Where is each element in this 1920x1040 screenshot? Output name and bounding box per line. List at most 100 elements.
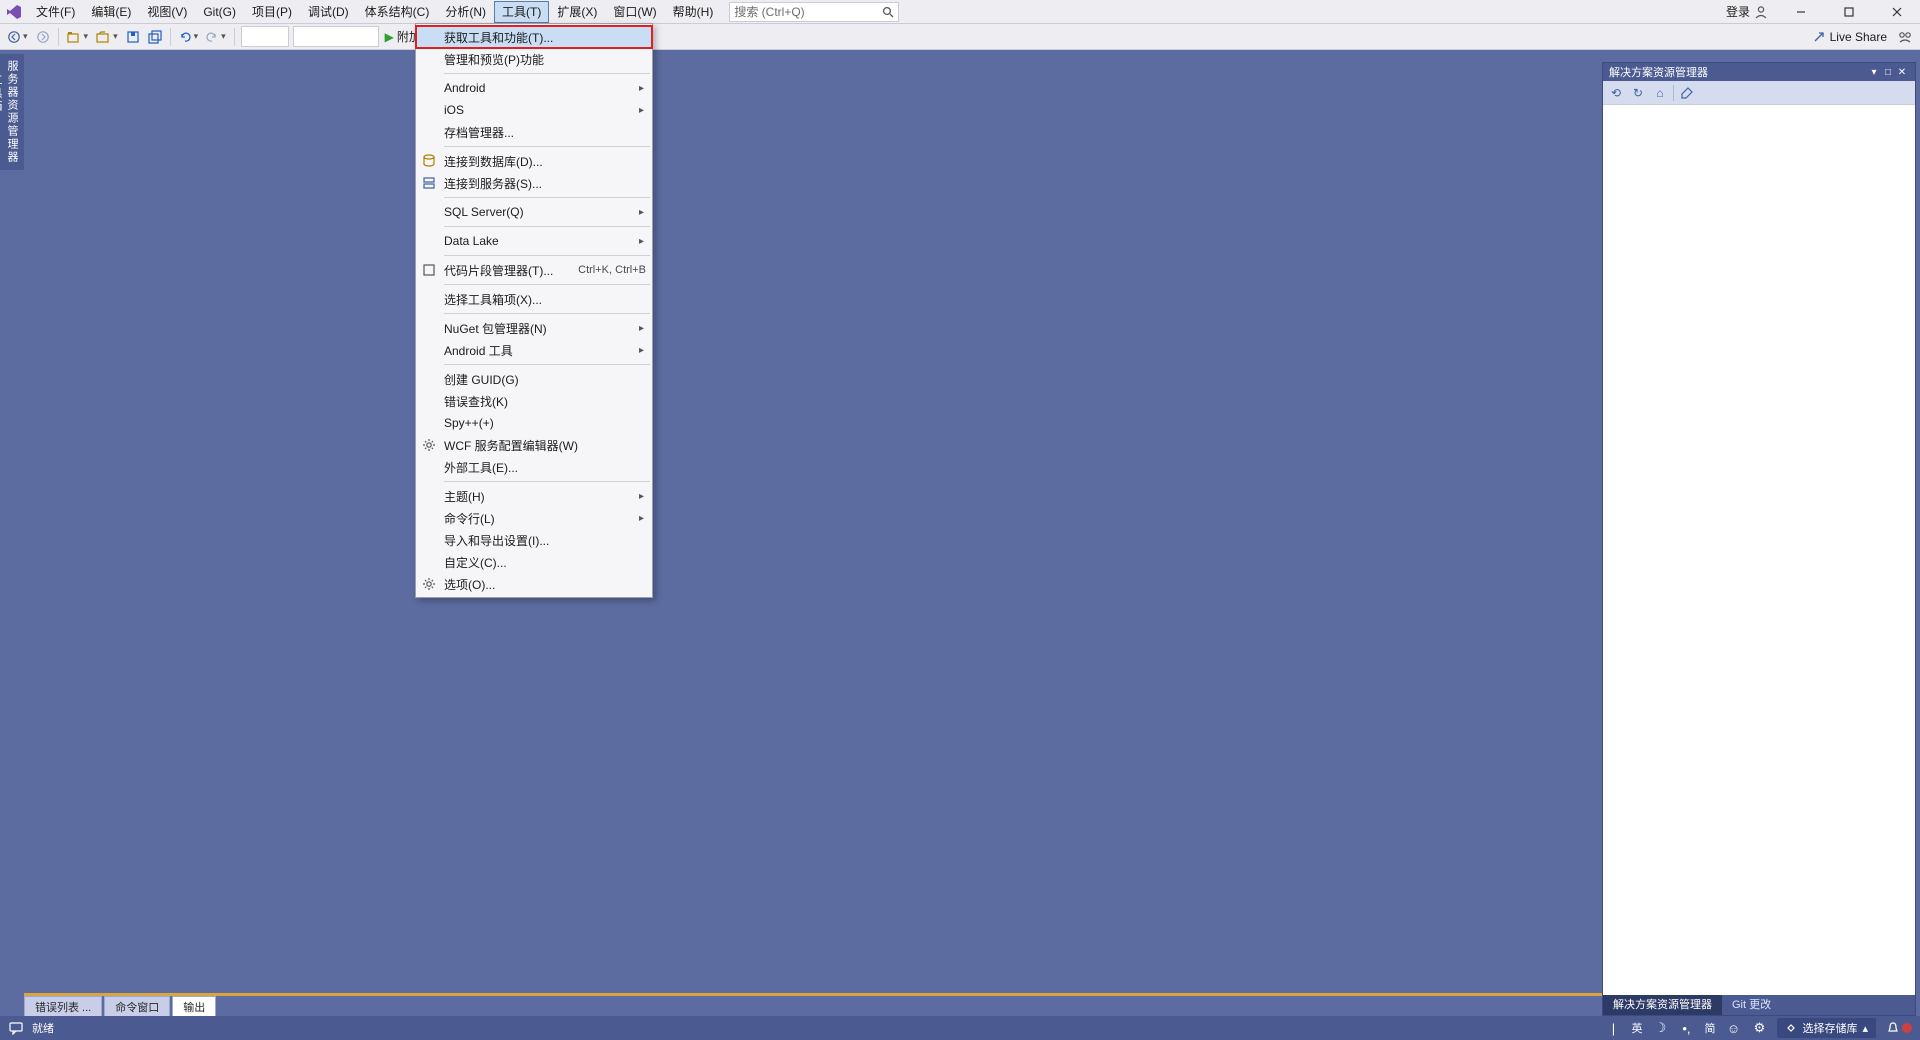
properties-icon[interactable] bbox=[1678, 84, 1696, 102]
status-comment-icon[interactable] bbox=[8, 1020, 24, 1036]
play-icon: ▶ bbox=[385, 30, 394, 44]
tools-menu-item[interactable]: Spy++(+) bbox=[416, 412, 652, 434]
menu-item-label: iOS bbox=[440, 103, 646, 117]
maximize-button[interactable] bbox=[1828, 1, 1870, 23]
left-tool-rail[interactable]: 服务器资源管理器 工具箱 bbox=[0, 54, 24, 170]
tools-menu-item[interactable]: Data Lake bbox=[416, 230, 652, 252]
ime-punct-icon[interactable]: •, bbox=[1678, 1020, 1694, 1036]
tools-menu-item[interactable]: Android bbox=[416, 77, 652, 99]
snippet-icon bbox=[418, 263, 440, 277]
tools-menu-item[interactable]: NuGet 包管理器(N) bbox=[416, 317, 652, 339]
menu-item-label: 获取工具和功能(T)... bbox=[440, 29, 646, 46]
bottom-tool-tabs: 错误列表 ...命令窗口输出 bbox=[24, 995, 218, 1017]
tools-menu-item[interactable]: 管理和预览(P)功能 bbox=[416, 48, 652, 70]
solution-explorer-tabs: 解决方案资源管理器Git 更改 bbox=[1603, 995, 1915, 1015]
ime-divider-icon: | bbox=[1605, 1020, 1621, 1036]
menu-item-label: 代码片段管理器(T)... bbox=[440, 262, 568, 279]
status-ready: 就绪 bbox=[32, 1020, 54, 1036]
save-button[interactable] bbox=[122, 26, 144, 48]
tools-menu-item[interactable]: 选择工具箱项(X)... bbox=[416, 288, 652, 310]
menu-item-shortcut: Ctrl+K, Ctrl+B bbox=[568, 264, 646, 276]
user-icon bbox=[1754, 5, 1768, 19]
tools-menu-item[interactable]: iOS bbox=[416, 99, 652, 121]
close-panel-icon[interactable]: ✕ bbox=[1895, 67, 1909, 78]
solution-tab[interactable]: Git 更改 bbox=[1722, 995, 1781, 1015]
chevron-up-icon: ▴ bbox=[1862, 1022, 1868, 1035]
menu-separator bbox=[444, 146, 650, 147]
ime-moon-icon[interactable]: ☽ bbox=[1652, 1020, 1668, 1036]
menu-体系结构c[interactable]: 体系结构(C) bbox=[357, 1, 438, 23]
menu-item-label: 存档管理器... bbox=[440, 124, 646, 141]
bell-icon bbox=[1886, 1021, 1900, 1035]
home-icon[interactable]: ⟲ bbox=[1607, 84, 1625, 102]
tools-menu-item[interactable]: WCF 服务配置编辑器(W) bbox=[416, 434, 652, 456]
bottom-tab[interactable]: 命令窗口 bbox=[104, 996, 170, 1017]
menu-item-label: Data Lake bbox=[440, 234, 646, 248]
solution-explorer-panel: 解决方案资源管理器 ▾ □ ✕ ⟲ ↻ ⌂ 解决方案资源管理器Git 更改 bbox=[1602, 62, 1916, 1016]
ime-face-icon[interactable]: ☺ bbox=[1725, 1020, 1741, 1036]
panel-options-icon[interactable]: ▾ bbox=[1867, 67, 1881, 78]
search-box[interactable]: 搜索 (Ctrl+Q) bbox=[729, 2, 899, 22]
menu-item-label: 连接到服务器(S)... bbox=[440, 175, 646, 192]
undo-button[interactable] bbox=[175, 26, 203, 48]
tools-menu-item[interactable]: 导入和导出设置(I)... bbox=[416, 529, 652, 551]
menu-item-label: 自定义(C)... bbox=[440, 554, 646, 571]
tools-menu-item[interactable]: SQL Server(Q) bbox=[416, 201, 652, 223]
server-icon bbox=[418, 176, 440, 190]
tools-menu-item[interactable]: 选项(O)... bbox=[416, 573, 652, 595]
menu-编辑e[interactable]: 编辑(E) bbox=[83, 1, 139, 23]
bottom-tab[interactable]: 输出 bbox=[172, 996, 216, 1017]
select-repo-button[interactable]: 选择存储库 ▴ bbox=[1777, 1018, 1876, 1038]
menu-扩展x[interactable]: 扩展(X) bbox=[549, 1, 605, 23]
server-explorer-tab[interactable]: 服务器资源管理器 bbox=[4, 60, 20, 164]
save-all-button[interactable] bbox=[144, 26, 166, 48]
bottom-tab[interactable]: 错误列表 ... bbox=[24, 996, 102, 1017]
tools-menu-item[interactable]: 创建 GUID(G) bbox=[416, 368, 652, 390]
solution-config-combo[interactable] bbox=[241, 26, 289, 47]
open-file-button[interactable] bbox=[92, 26, 122, 48]
live-share-button[interactable]: Live Share bbox=[1805, 26, 1894, 48]
tools-menu-item[interactable]: 主题(H) bbox=[416, 485, 652, 507]
tools-menu-item[interactable]: 存档管理器... bbox=[416, 121, 652, 143]
redo-button[interactable] bbox=[202, 26, 230, 48]
menu-调试d[interactable]: 调试(D) bbox=[300, 1, 357, 23]
tools-menu-item[interactable]: 连接到服务器(S)... bbox=[416, 172, 652, 194]
solution-explorer-body bbox=[1603, 105, 1915, 995]
menu-分析n[interactable]: 分析(N) bbox=[437, 1, 494, 23]
menu-项目p[interactable]: 项目(P) bbox=[244, 1, 300, 23]
nav-forward-button[interactable] bbox=[32, 26, 54, 48]
pin-icon[interactable]: □ bbox=[1881, 67, 1895, 78]
ime-lang-2[interactable]: 简 bbox=[1704, 1020, 1715, 1036]
menu-item-label: Android bbox=[440, 81, 646, 95]
menu-工具t[interactable]: 工具(T) bbox=[494, 1, 549, 23]
tools-menu-item[interactable]: 外部工具(E)... bbox=[416, 456, 652, 478]
solution-explorer-header[interactable]: 解决方案资源管理器 ▾ □ ✕ bbox=[1603, 63, 1915, 81]
ime-settings-icon[interactable]: ⚙ bbox=[1751, 1020, 1767, 1036]
solution-tab[interactable]: 解决方案资源管理器 bbox=[1603, 995, 1722, 1015]
refresh-icon[interactable]: ↻ bbox=[1629, 84, 1647, 102]
solution-platform-combo[interactable] bbox=[293, 26, 379, 47]
menu-separator bbox=[444, 364, 650, 365]
menu-视图v[interactable]: 视图(V) bbox=[139, 1, 195, 23]
tools-menu-item[interactable]: 获取工具和功能(T)... bbox=[416, 26, 652, 48]
tools-menu-item[interactable]: 命令行(L) bbox=[416, 507, 652, 529]
close-button[interactable] bbox=[1876, 1, 1918, 23]
menu-gitg[interactable]: Git(G) bbox=[195, 1, 244, 23]
menu-文件f[interactable]: 文件(F) bbox=[28, 1, 83, 23]
ime-lang-1[interactable]: 英 bbox=[1631, 1020, 1642, 1036]
nav-back-button[interactable] bbox=[4, 26, 32, 48]
collapse-icon[interactable]: ⌂ bbox=[1651, 84, 1669, 102]
tools-menu-item[interactable]: 自定义(C)... bbox=[416, 551, 652, 573]
tools-menu-item[interactable]: 连接到数据库(D)... bbox=[416, 150, 652, 172]
tools-menu-item[interactable]: 错误查找(K) bbox=[416, 390, 652, 412]
menu-帮助h[interactable]: 帮助(H) bbox=[665, 1, 722, 23]
tools-menu-item[interactable]: Android 工具 bbox=[416, 339, 652, 361]
sign-in[interactable]: 登录 bbox=[1720, 3, 1774, 20]
feedback-button[interactable] bbox=[1894, 26, 1916, 48]
tools-menu-item[interactable]: 代码片段管理器(T)...Ctrl+K, Ctrl+B bbox=[416, 259, 652, 281]
menu-item-label: NuGet 包管理器(N) bbox=[440, 320, 646, 337]
notifications-button[interactable] bbox=[1886, 1021, 1912, 1035]
menu-窗口w[interactable]: 窗口(W) bbox=[605, 1, 664, 23]
new-project-button[interactable] bbox=[63, 26, 93, 48]
minimize-button[interactable] bbox=[1780, 1, 1822, 23]
